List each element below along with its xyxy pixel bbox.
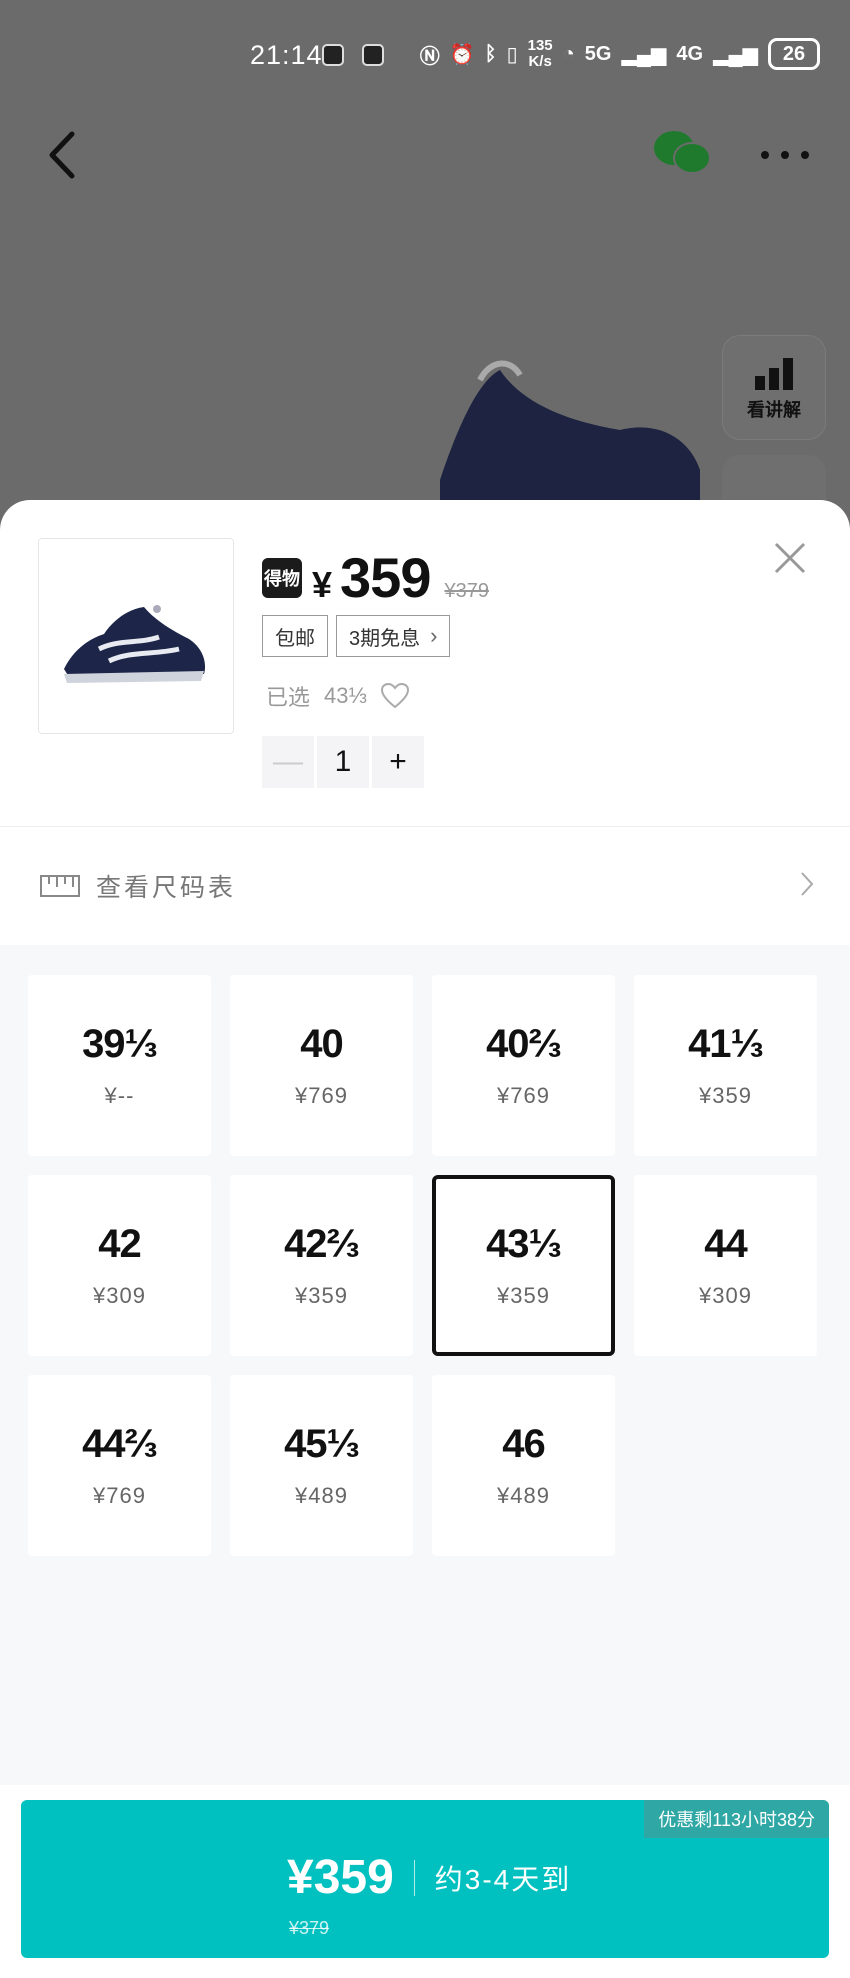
selected-size: 43⅓ (324, 683, 367, 708)
size-price: ¥309 (93, 1283, 146, 1308)
size-option[interactable]: 45⅓ ¥489 (230, 1375, 413, 1556)
currency-symbol: ¥ (312, 564, 333, 605)
favorite-heart-icon[interactable] (380, 683, 409, 709)
more-icon[interactable] (760, 150, 810, 160)
quantity-stepper: — 1 + (262, 736, 424, 788)
size-price: ¥-- (104, 1083, 135, 1108)
signal-bars-icon: ▂▄▆ (713, 43, 758, 66)
bluetooth-icon: ᛒ (484, 42, 497, 65)
size-label: 43⅓ (486, 1222, 562, 1266)
size-option-selected[interactable]: 43⅓ ¥359 (432, 1175, 615, 1356)
size-option[interactable]: 39⅓ ¥-- (28, 975, 211, 1156)
size-price: ¥309 (699, 1283, 752, 1308)
size-price: ¥489 (497, 1483, 550, 1508)
battery-indicator: 26 (768, 38, 820, 70)
signal-5g: 5G (584, 42, 612, 65)
size-selection-sheet: 得物 ¥ 359 ¥379 包邮 3期免息 › 已选 43⅓ — 1 + 查看尺… (0, 500, 850, 1978)
shoe-image (64, 605, 206, 683)
size-label: 42⅔ (284, 1222, 360, 1266)
explain-button[interactable]: 看讲解 (722, 335, 826, 440)
size-label: 39⅓ (82, 1022, 158, 1066)
size-label: 42 (98, 1222, 141, 1266)
chevron-right-icon (801, 872, 814, 896)
selected-info: 已选 43⅓ (266, 680, 409, 712)
status-bar: 21:14 Ⓝ ⏰ ᛒ ▯ 135 K/s ◔ 5G ▂▄▆ 4G ▂▄▆ 26 (0, 0, 850, 115)
signal-bars-icon: ▂▄▆ (621, 43, 667, 66)
chevron-right-icon: › (430, 623, 438, 648)
size-option[interactable]: 46 ¥489 (432, 1375, 615, 1556)
network-speed: 135 K/s (527, 37, 553, 70)
size-label: 41⅓ (688, 1022, 764, 1066)
size-grid: 39⅓ ¥-- 40 ¥769 40⅔ ¥769 41⅓ ¥359 42 ¥309 42⅔… (28, 975, 817, 1556)
service-tags: 包邮 3期免息 › (262, 615, 451, 657)
size-chart-label: 查看尺码表 (96, 874, 237, 902)
promo-countdown: 优惠剩113小时38分 (644, 1800, 829, 1838)
wifi-icon: ◔ (562, 42, 575, 65)
buy-main: ¥359 约3-4天到 (287, 1850, 571, 1905)
status-time: 21:14 (250, 40, 323, 70)
size-price: ¥359 (699, 1083, 752, 1108)
signal-4g: 4G (676, 42, 704, 65)
size-option[interactable]: 44⅔ ¥769 (28, 1375, 211, 1556)
size-option[interactable]: 44 ¥309 (634, 1175, 817, 1356)
increase-quantity-button[interactable]: + (372, 736, 424, 788)
tag-free-shipping: 包邮 (262, 615, 328, 657)
size-price: ¥769 (93, 1483, 146, 1508)
buy-button[interactable]: 优惠剩113小时38分 ¥359 约3-4天到 ¥379 (21, 1800, 829, 1958)
original-price: ¥379 (444, 580, 489, 602)
size-price: ¥359 (497, 1283, 550, 1308)
app-notification-icon (322, 44, 344, 66)
dewu-logo: 得物 (262, 557, 302, 598)
product-thumbnail (38, 538, 234, 734)
buy-price: ¥359 (287, 1851, 394, 1904)
size-label: 40⅔ (486, 1022, 562, 1066)
vibrate-icon: ▯ (506, 43, 518, 66)
size-label: 44⅔ (82, 1422, 158, 1466)
explain-label: 看讲解 (747, 400, 801, 420)
separator (413, 1859, 415, 1896)
size-price: ¥489 (295, 1483, 348, 1508)
price-row: 得物 ¥ 359 ¥379 (262, 545, 489, 610)
product-price: 359 (340, 546, 431, 609)
app-notification-icon (362, 44, 384, 66)
size-option[interactable]: 41⅓ ¥359 (634, 975, 817, 1156)
size-chart-row[interactable]: 查看尺码表 (0, 827, 850, 945)
size-option[interactable]: 40 ¥769 (230, 975, 413, 1156)
product-image-background (440, 360, 700, 500)
quantity-value[interactable]: 1 (317, 736, 369, 788)
size-option[interactable]: 42⅔ ¥359 (230, 1175, 413, 1356)
size-label: 44 (704, 1222, 747, 1266)
nfc-icon: Ⓝ (419, 45, 440, 68)
decrease-quantity-button[interactable]: — (262, 736, 314, 788)
size-label: 45⅓ (284, 1422, 360, 1466)
close-icon[interactable] (772, 540, 808, 576)
size-option[interactable]: 40⅔ ¥769 (432, 975, 615, 1156)
selected-label: 已选 (266, 685, 311, 710)
back-icon[interactable] (48, 130, 78, 180)
size-grid-area: 39⅓ ¥-- 40 ¥769 40⅔ ¥769 41⅓ ¥359 42 ¥309 42⅔… (0, 945, 850, 1785)
size-label: 46 (502, 1422, 545, 1466)
size-option[interactable]: 42 ¥309 (28, 1175, 211, 1356)
size-price: ¥769 (295, 1083, 348, 1108)
tag-installment[interactable]: 3期免息 › (336, 615, 451, 657)
delivery-eta: 约3-4天到 (434, 1863, 572, 1895)
size-label: 40 (300, 1022, 343, 1066)
status-icons: Ⓝ ⏰ ᛒ ▯ 135 K/s ◔ 5G ▂▄▆ 4G ▂▄▆ 26 (420, 38, 820, 70)
ruler-icon (40, 875, 80, 897)
size-price: ¥359 (295, 1283, 348, 1308)
chart-bars-icon (753, 358, 795, 390)
size-price: ¥769 (497, 1083, 550, 1108)
alarm-icon: ⏰ (449, 43, 475, 66)
buy-original-price: ¥379 (289, 1918, 330, 1938)
wechat-share-icon[interactable] (652, 128, 712, 178)
